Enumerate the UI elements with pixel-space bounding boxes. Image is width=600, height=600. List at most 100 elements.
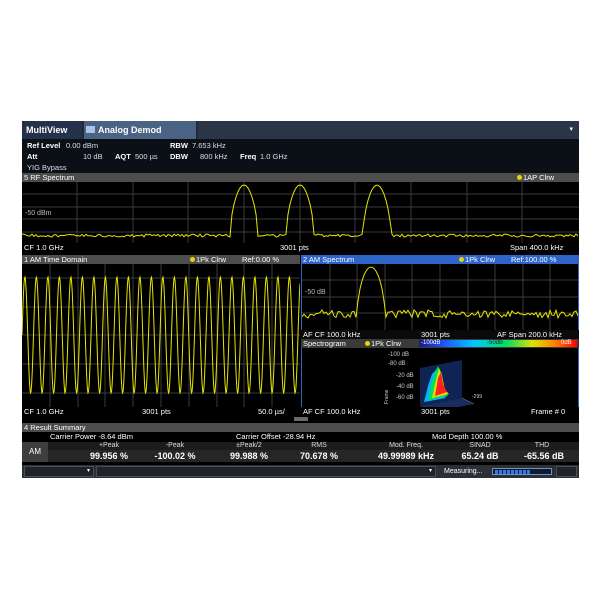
value-rms: 70.678 % [299,451,339,461]
rf-cf-label: CF 1.0 GHz [24,243,64,252]
chevron-down-icon: ▾ [86,468,90,474]
am-time-div-label: 50.0 µs/ [258,407,285,416]
progress-segment [495,470,498,474]
tab-menu-icon[interactable]: ▾ [569,121,573,139]
progress-segment [515,470,518,474]
yig-bypass-status: YIG Bypass [27,163,67,172]
value-sinad: 65.24 dB [461,451,499,461]
col-header-mod-freq: Mod. Freq. [389,442,423,449]
rbw-value: 7.653 kHz [192,141,226,150]
am-spectrum-points-label: 3001 pts [421,330,450,339]
analyzer-screen: MultiView Analog Demod ▾ Ref Level 0.00 … [22,121,579,478]
z-label-4: -80 dB [388,361,406,367]
tab-multiview[interactable]: MultiView [22,121,82,139]
spectrogram-title-bar[interactable]: Spectrogram 1Pk Clrw -100dB -50dB 0dB [301,339,579,348]
chevron-down-icon: ▾ [428,468,432,474]
value-half-peak: 99.988 % [229,451,269,461]
am-spectrum-ref: Ref:100.00 % [511,255,557,264]
rf-span-label: Span 400.0 kHz [510,243,564,252]
am-time-trace-label: 1Pk Clrw [196,255,227,264]
trace-marker-icon [365,341,370,346]
col-header-sinad: SINAD [469,442,491,449]
tab-analog-demod[interactable]: Analog Demod [84,121,196,139]
carrier-offset: Carrier Offset -28.94 Hz [236,432,316,441]
measuring-status: Measuring... [444,468,483,475]
trace-marker-icon [517,175,522,180]
aqt-label: AQT [115,152,131,161]
col-header-pos-peak: +Peak [98,442,120,449]
spectrogram-title: Spectrogram [303,339,346,348]
carrier-power: Carrier Power -8.64 dBm [50,432,133,441]
am-time-plot[interactable] [22,264,300,407]
am-time-cf-label: CF 1.0 GHz [24,407,64,416]
spectrogram-3d-surface [420,360,475,407]
rf-spectrum-title: 5 RF Spectrum [24,173,75,182]
am-spectrum-title: 2 AM Spectrum [303,255,355,264]
spectrogram-cf-label: AF CF 100.0 kHz [303,407,361,416]
am-spectrum-trace-label: 1Pk Clrw [465,255,496,264]
status-field-1[interactable]: ▾ [24,466,94,477]
ref-level-value: 0.00 dBm [66,141,99,150]
measurement-settings[interactable]: Ref Level 0.00 dBm Att 10 dB AQT 500 µs … [22,139,579,173]
spectrogram-svg: -20 dB -40 dB -60 dB -80 dB -100 dB Fram… [384,352,482,407]
value-thd: -65.56 dB [523,451,565,461]
rf-spectrum-title-bar[interactable]: 5 RF Spectrum 1AP Clrw [22,173,579,182]
z-label-2: -40 dB [396,384,414,390]
rf-ylabel: -50 dBm [25,210,52,217]
am-time-points-label: 3001 pts [142,407,171,416]
am-spectrum-plot[interactable]: -50 dB [301,264,579,330]
value-pos-peak: 99.956 % [89,451,129,461]
rf-grid [22,182,579,243]
col-header-neg-peak: -Peak [165,442,185,449]
scale-left-label: -100dB [421,340,441,346]
att-label: Att [27,152,38,161]
am-time-title: 1 AM Time Domain [24,255,88,264]
status-bar: ▾ ▾ Measuring... [22,465,579,478]
rf-spectrum-plot[interactable]: -50 dBm [22,182,579,243]
mod-depth: Mod Depth 100.00 % [432,432,503,441]
progress-segment [507,470,510,474]
value-neg-peak: -100.02 % [154,451,196,461]
result-summary-carrier-row: Carrier Power -8.64 dBm Carrier Offset -… [22,432,579,442]
rf-trace-label: 1AP Clrw [523,173,555,182]
freq-value: 1.0 GHz [260,152,288,161]
z-label-3: -60 dB [396,395,414,401]
rf-points-label: 3001 pts [280,243,309,252]
spectrogram-y-axis-label: Frame [384,389,390,404]
am-time-footer: CF 1.0 GHz 3001 pts 50.0 µs/ [22,407,300,416]
spectrogram-frame-label: Frame # 0 [531,407,566,416]
rf-spectrum-footer: CF 1.0 GHz 3001 pts Span 400.0 kHz [22,243,579,252]
rbw-label: RBW [170,141,188,150]
am-time-ref: Ref:0.00 % [242,255,280,264]
am-spectrum-cf-label: AF CF 100.0 kHz [303,330,361,339]
spectrogram-plot[interactable]: -20 dB -40 dB -60 dB -80 dB -100 dB Fram… [301,348,579,407]
am-time-title-bar[interactable]: 1 AM Time Domain 1Pk Clrw Ref:0.00 % [22,255,300,264]
progress-segment [523,470,526,474]
am-time-grid [22,264,300,407]
tab-bar-filler [198,121,579,139]
dbw-label: DBW [170,152,188,161]
result-summary-title-bar[interactable]: 4 Result Summary [22,423,579,432]
dbw-value: 800 kHz [200,152,228,161]
ref-level-label: Ref Level [27,141,61,150]
spectrogram-trace-info: 1Pk Clrw [365,339,401,348]
col-header-thd: THD [534,442,550,449]
progress-segment [511,470,514,474]
status-field-3[interactable] [556,466,577,477]
progress-segment [503,470,506,474]
window-splitter-handle[interactable] [294,417,308,421]
am-spectrum-span-label: AF Span 200.0 kHz [497,330,563,339]
scale-mid-label: -50dB [487,340,504,346]
measurement-progress-bar [492,468,552,475]
am-spectrum-trace-info: 1Pk Clrw [459,255,495,264]
result-summary-header-row: +Peak -Peak ±Peak/2 RMS Mod. Freq. SINAD… [22,442,579,450]
progress-segment [519,470,522,474]
freq-label: Freq [240,152,257,161]
am-spectrum-title-bar[interactable]: 2 AM Spectrum 1Pk Clrw Ref:100.00 % [301,255,579,264]
value-mod-freq: 49.99989 kHz [377,451,435,461]
tab-analog-demod-label: Analog Demod [98,125,162,135]
channel-icon [86,126,95,133]
status-field-2[interactable]: ▾ [96,466,436,477]
spectrogram-color-scale: -100dB -50dB 0dB [419,340,577,347]
result-summary-title: 4 Result Summary [24,423,86,432]
